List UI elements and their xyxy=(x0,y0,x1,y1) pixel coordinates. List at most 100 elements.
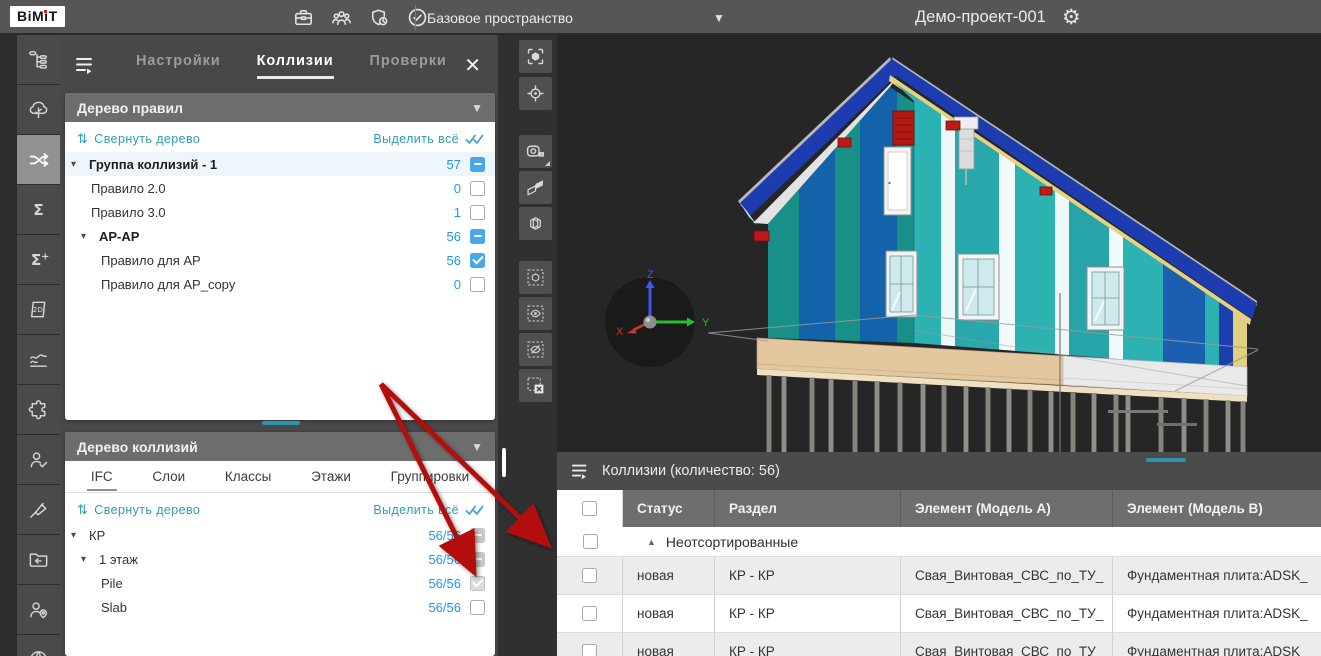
workspace-selector[interactable]: Базовое пространство ▼ xyxy=(427,0,725,35)
tree-item-checkbox[interactable] xyxy=(470,253,485,268)
sidebar-item-export-folder[interactable] xyxy=(17,535,60,584)
expand-caret-icon[interactable]: ▾ xyxy=(81,554,95,565)
tree-row[interactable]: Правило для АР_copy0 xyxy=(65,272,495,296)
svg-text:Σ: Σ xyxy=(31,251,41,269)
tree-row[interactable]: Правило 2.00 xyxy=(65,176,495,200)
collapse-icon: ⇅ xyxy=(77,131,88,147)
sidebar-item-sum[interactable]: Σ xyxy=(17,185,60,234)
tree-row[interactable]: ▾1 этаж56/56 xyxy=(65,547,495,571)
tree-item-checkbox[interactable] xyxy=(470,576,485,591)
app-logo[interactable]: BiMiT xyxy=(10,6,65,27)
collision-tree-header[interactable]: Дерево коллизий ▼ xyxy=(65,432,495,461)
clear-selection-button[interactable] xyxy=(519,369,552,402)
zoom-fit-button[interactable] xyxy=(519,40,552,73)
collision-tree-panel: Дерево коллизий ▼ IFC Слои Классы Этажи Груп… xyxy=(65,432,495,656)
ctree-tab-2[interactable]: Классы xyxy=(221,463,275,491)
ctree-tab-0[interactable]: IFC xyxy=(87,463,117,491)
table-row[interactable]: новаяКР - КРСвая_Винтовая_СВС_по_ТУ_Фунд… xyxy=(557,633,1321,656)
table-resize-handle[interactable] xyxy=(1146,458,1186,462)
close-icon[interactable]: ✕ xyxy=(464,56,481,76)
sidebar-item-structure-tree[interactable] xyxy=(17,35,60,84)
select-all-link[interactable]: Выделить всё xyxy=(373,132,485,146)
group-checkbox[interactable] xyxy=(583,534,598,549)
sidebar-item-sum-add[interactable]: Σ+ xyxy=(17,235,60,284)
tree-item-checkbox[interactable] xyxy=(470,528,485,543)
toolbox-icon[interactable] xyxy=(290,5,316,31)
tree-row[interactable]: ▾АР-АР56 xyxy=(65,224,495,248)
column-section[interactable]: Раздел xyxy=(715,490,901,527)
ctree-tab-3[interactable]: Этажи xyxy=(307,463,355,491)
tree-item-checkbox[interactable] xyxy=(470,277,485,292)
table-row[interactable]: новаяКР - КРСвая_Винтовая_СВС_по_ТУ_Фунд… xyxy=(557,595,1321,633)
gear-icon[interactable]: ⚙ xyxy=(1062,7,1081,28)
tree-row[interactable]: Slab56/56 xyxy=(65,595,495,619)
row-checkbox[interactable] xyxy=(582,568,597,583)
cell-element_a: Свая_Винтовая_СВС_по_ТУ_ xyxy=(901,557,1113,594)
column-status[interactable]: Статус xyxy=(623,490,715,527)
rules-tree-title: Дерево правил xyxy=(77,100,183,116)
ctree-tab-1[interactable]: Слои xyxy=(148,463,189,491)
tree-item-checkbox[interactable] xyxy=(470,157,485,172)
sidebar-item-globe[interactable] xyxy=(17,635,60,656)
isolate-selection-button[interactable] xyxy=(519,261,552,294)
tree-row[interactable]: Правило для АР56 xyxy=(65,248,495,272)
collision-count: 0 xyxy=(454,277,461,292)
ctree-tab-4[interactable]: Группировки xyxy=(387,463,473,491)
rules-panel-resize-handle[interactable] xyxy=(262,421,300,425)
tree-menu-icon[interactable] xyxy=(74,54,100,78)
triangle-up-icon[interactable]: ▲ xyxy=(647,537,656,547)
show-selection-button[interactable] xyxy=(519,297,552,330)
expand-caret-icon[interactable]: ▾ xyxy=(71,159,85,170)
column-element-a[interactable]: Элемент (Модель А) xyxy=(901,490,1113,527)
tab-checks[interactable]: Проверки xyxy=(370,53,447,79)
navigation-gizmo: Z Y X xyxy=(605,269,710,367)
tree-item-checkbox[interactable] xyxy=(470,229,485,244)
cell-element_a: Свая_Винтовая_СВС_по_ТУ_ xyxy=(901,633,1113,656)
tree-item-checkbox[interactable] xyxy=(470,181,485,196)
tree-item-checkbox[interactable] xyxy=(470,205,485,220)
select-all-link[interactable]: Выделить всё xyxy=(373,503,485,517)
locate-button[interactable] xyxy=(519,77,552,110)
tree-row[interactable]: ▾КР56/56 xyxy=(65,523,495,547)
measure-button[interactable] xyxy=(519,135,552,168)
tree-item-checkbox[interactable] xyxy=(470,552,485,567)
panel-scrollbar[interactable] xyxy=(502,448,506,477)
group-row[interactable]: ▲ Неотсортированные xyxy=(557,527,1321,557)
collapse-tree-link[interactable]: ⇅Свернуть дерево xyxy=(77,502,200,518)
tree-row[interactable]: ▾Группа коллизий - 157 xyxy=(65,152,495,176)
gizmo-x-label: X xyxy=(616,326,624,338)
rules-tree-header[interactable]: Дерево правил ▼ xyxy=(65,93,495,122)
sidebar-item-construction[interactable] xyxy=(17,485,60,534)
table-row[interactable]: новаяКР - КРСвая_Винтовая_СВС_по_ТУ_Фунд… xyxy=(557,557,1321,595)
tab-settings[interactable]: Настройки xyxy=(136,53,221,79)
expand-caret-icon[interactable]: ▾ xyxy=(81,231,95,242)
section-plane-button[interactable] xyxy=(519,171,552,204)
shield-status-icon[interactable] xyxy=(366,5,392,31)
sidebar-item-model-tree[interactable] xyxy=(17,85,60,134)
hide-selection-button[interactable] xyxy=(519,333,552,366)
select-all-checkbox[interactable] xyxy=(582,501,597,516)
rules-tree-rows: ▾Группа коллизий - 157Правило 2.00Правил… xyxy=(65,152,495,296)
column-element-b[interactable]: Элемент (Модель B) xyxy=(1113,490,1321,527)
sidebar-item-charts[interactable] xyxy=(17,335,60,384)
double-check-icon xyxy=(465,133,485,146)
row-checkbox[interactable] xyxy=(582,606,597,621)
tree-row[interactable]: Pile56/56 xyxy=(65,571,495,595)
row-checkbox[interactable] xyxy=(582,644,597,656)
tab-collisions[interactable]: Коллизии xyxy=(257,53,334,79)
team-icon[interactable] xyxy=(328,5,354,31)
section-box-button[interactable] xyxy=(519,207,552,240)
sidebar-item-user-location[interactable] xyxy=(17,585,60,634)
table-menu-icon[interactable] xyxy=(570,461,592,481)
tree-item-checkbox[interactable] xyxy=(470,600,485,615)
sidebar-item-collisions[interactable] xyxy=(17,135,60,184)
sidebar-item-plugins[interactable] xyxy=(17,385,60,434)
logo-text-1: BiM xyxy=(17,8,44,24)
rules-tree-actions: ⇅Свернуть дерево Выделить всё xyxy=(65,126,495,152)
sidebar-item-drawings-2d[interactable]: 2D xyxy=(17,285,60,334)
expand-caret-icon[interactable]: ▾ xyxy=(71,530,85,541)
tree-row[interactable]: Правило 3.01 xyxy=(65,200,495,224)
sidebar-item-user-check[interactable] xyxy=(17,435,60,484)
collapse-tree-link[interactable]: ⇅Свернуть дерево xyxy=(77,131,200,147)
panel-tab-bar: Настройки Коллизии Проверки ✕ xyxy=(65,40,495,92)
